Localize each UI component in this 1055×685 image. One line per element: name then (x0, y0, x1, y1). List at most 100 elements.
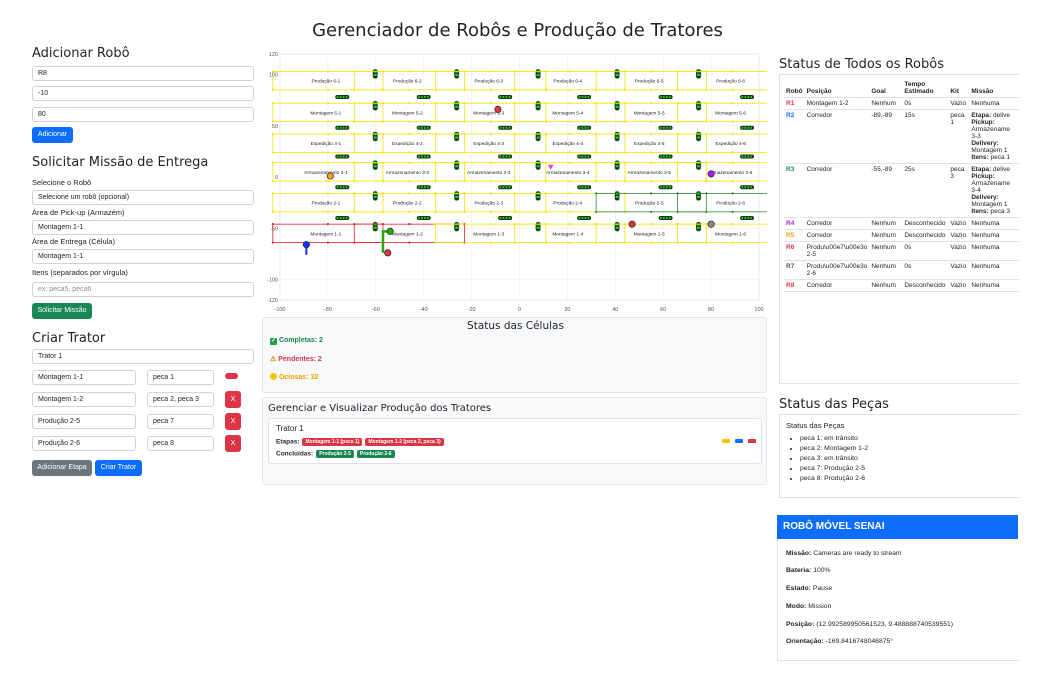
pickup-select[interactable]: Montagem 1-1 (32, 220, 254, 235)
stage-parts-input[interactable]: peca 7 (147, 414, 214, 429)
map-cell-label: Armazenamento 3-5 (627, 170, 671, 176)
dock-light (427, 186, 429, 189)
list-item: peca 3: em trânsito (800, 454, 868, 464)
map-cell-label: Montagem 1-3 (473, 231, 504, 237)
table-cell: Montagem 1-2 (804, 97, 870, 110)
stage-cell-input[interactable]: Montagem 1-2 (32, 392, 136, 407)
dock-light (339, 186, 342, 189)
y-tick-label: -100 (267, 278, 278, 284)
map-cell-node (568, 192, 571, 195)
tractor-name: Trator 1 (276, 424, 304, 433)
dock-light (744, 155, 747, 158)
map-cell-node (731, 223, 734, 226)
map-cell-node (353, 120, 356, 123)
robot-select[interactable]: Selecione um robô (opcional) (32, 190, 254, 205)
dock-light (339, 126, 342, 129)
machine-light (615, 226, 619, 229)
map-cell-node (731, 120, 734, 123)
map-cell-node (489, 120, 492, 123)
production-title: Gerenciar e Visualizar Produção dos Trat… (268, 403, 492, 414)
stage-parts-input[interactable]: peca 8 (147, 436, 214, 451)
dock-light (499, 126, 502, 129)
dock-light (508, 96, 511, 99)
robot-y-input[interactable]: 80 (32, 107, 254, 122)
map-cell-node (731, 88, 734, 91)
dock-light (741, 217, 744, 219)
dock-light (505, 96, 508, 99)
add-robot-button[interactable]: Adicionar (32, 127, 73, 143)
dock-light (339, 155, 342, 158)
map-cell-label: Produção 2-3 (474, 201, 503, 207)
robot-x-input[interactable]: -10 (32, 86, 254, 101)
robots-table-wrapper[interactable]: Robô Posição Goal Tempo Estimado Kit Mis… (779, 74, 1019, 384)
machine-light (697, 74, 701, 77)
remove-stage-button[interactable]: X (225, 435, 241, 452)
delivery-select[interactable]: Montagem 1-1 (32, 249, 254, 264)
dock-light (578, 186, 581, 189)
remove-stage-button[interactable]: X (225, 413, 241, 430)
stage-parts-input[interactable]: peca 1 (147, 370, 214, 385)
robot-id-input[interactable]: R8 (32, 66, 254, 81)
dock-light (584, 186, 587, 189)
dock-light (502, 217, 505, 219)
legend-red-swatch (748, 439, 756, 443)
map-cell-node (568, 132, 571, 136)
dock-light (421, 186, 423, 189)
dock-light (424, 155, 426, 158)
map-cell-node (408, 132, 411, 136)
x-tick-label: -20 (468, 307, 476, 313)
dock-light (505, 155, 508, 158)
map-cell-node (595, 132, 598, 136)
y-tick-label: 50 (272, 124, 278, 130)
machine-light (615, 136, 619, 139)
map-cell-label: Armazenamento 3-1 (304, 170, 348, 176)
machine-light (697, 105, 701, 108)
map-cell-node (353, 151, 356, 154)
map-cell-node (271, 161, 274, 164)
dock-light (502, 96, 505, 99)
pending-text: Pendentes: 2 (278, 356, 322, 363)
table-cell: peca 1 (948, 109, 970, 164)
map-cell-node (650, 120, 653, 123)
remove-stage-button[interactable] (225, 373, 238, 379)
dock-light (499, 217, 502, 219)
robot-select-label: Selecione o Robô (32, 178, 92, 187)
map-cell-node (326, 180, 329, 183)
items-label: Itens (separados por vírgula) (32, 268, 128, 277)
factory-map[interactable]: Produção 6-1 Produção 6-2 Produção 6-3 Prod… (262, 48, 767, 316)
table-row: R8 Corredor Nenhum Desconhecido Vazio Nenhuma (784, 279, 1019, 292)
parts-status-title: Status das Peças (779, 397, 889, 412)
dock-light (581, 96, 584, 99)
warning-icon: ⚠ (270, 356, 277, 363)
stage-cell-input[interactable]: Montagem 1-1 (32, 370, 136, 385)
dock-light (505, 126, 508, 129)
tractor-name-input[interactable]: Trator 1 (32, 349, 254, 364)
stage-cell-input[interactable]: Produção 2-6 (32, 436, 136, 451)
remove-stage-button[interactable]: X (225, 391, 241, 408)
stage-cell-input[interactable]: Produção 2-5 (32, 414, 136, 429)
map-cell-node (731, 210, 734, 213)
dock-light (747, 186, 750, 189)
map-cell-node (326, 151, 329, 154)
table-cell: Nenhuma (969, 97, 1019, 110)
map-cell-node (650, 102, 653, 105)
map-cell-label: Armazenamento 3-3 (467, 170, 511, 176)
dock-light (663, 186, 665, 189)
table-cell: Nenhum (869, 97, 903, 110)
dock-light (578, 126, 581, 129)
create-tractor-button[interactable]: Criar Trator (95, 460, 142, 476)
add-stage-button[interactable]: Adicionar Etapa (32, 460, 92, 476)
idle-dot-icon (270, 373, 277, 380)
map-cell-node (408, 241, 411, 244)
list-item: peca 7: Produção 2-5 (800, 464, 868, 474)
dock-light (750, 155, 753, 158)
column-header: Robô (784, 79, 805, 98)
items-input[interactable]: ex: peca5, peca6 (32, 282, 254, 297)
request-mission-button[interactable]: Solicitar Missão (32, 303, 92, 319)
map-cell-node (595, 120, 598, 123)
dock-light (424, 186, 426, 189)
table-row: R1 Montagem 1-2 Nenhum 0s Vazio Nenhuma (784, 97, 1019, 110)
dock-light (587, 155, 590, 158)
map-cell-node (650, 151, 653, 154)
stage-parts-input[interactable]: peca 2, peca 3 (147, 392, 214, 407)
